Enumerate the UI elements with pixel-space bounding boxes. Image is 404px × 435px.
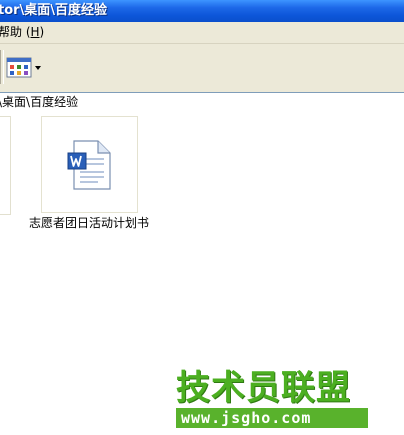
- file-name-label[interactable]: 志愿者团日活动计划书: [29, 214, 149, 231]
- toolbar: [0, 44, 404, 93]
- address-bar[interactable]: \桌面\百度经验: [0, 92, 404, 114]
- window-title-bar[interactable]: tor\桌面\百度经验: [0, 0, 404, 22]
- toolbar-separator: [0, 50, 4, 84]
- menu-item-help[interactable]: 帮助 (H): [0, 22, 44, 43]
- menu-help-label: 帮助 (: [0, 25, 31, 39]
- watermark-url: www.jsgho.com: [181, 409, 312, 427]
- menu-help-close: ): [39, 25, 45, 39]
- address-path: \桌面\百度经验: [0, 95, 79, 109]
- views-grid-icon: [6, 57, 41, 78]
- window-title: tor\桌面\百度经验: [0, 3, 108, 18]
- partial-file-thumbnail[interactable]: [0, 116, 11, 215]
- file-thumbnail[interactable]: [41, 116, 138, 213]
- watermark-logo-text: 技术员联盟: [176, 368, 351, 408]
- word-document-icon: [67, 140, 111, 190]
- views-button[interactable]: [6, 57, 44, 79]
- menu-bar: 帮助 (H): [0, 22, 404, 44]
- menu-help-accelerator: H: [30, 25, 40, 39]
